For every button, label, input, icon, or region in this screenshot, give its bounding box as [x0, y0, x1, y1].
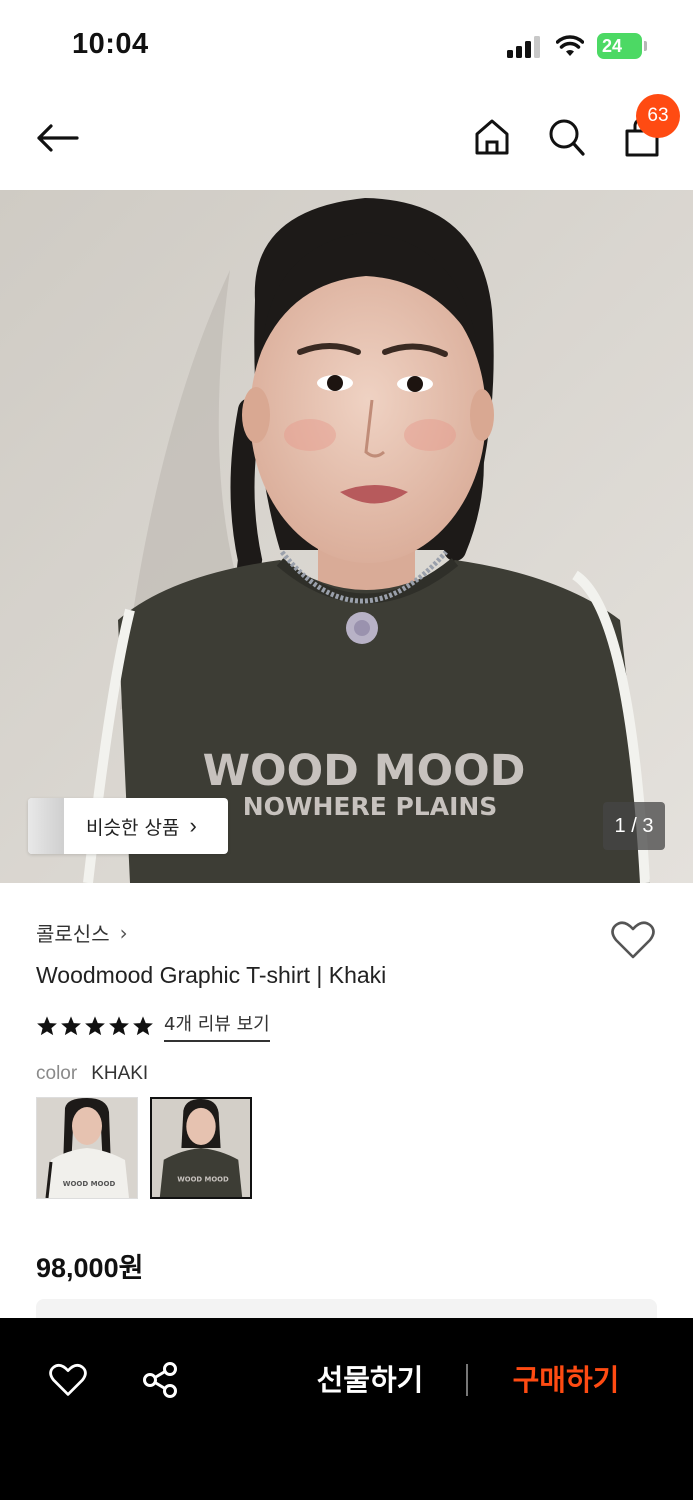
- shirt-graphic-line1: WOOD MOOD: [203, 746, 526, 796]
- status-bar: 10:04 24: [0, 0, 693, 90]
- top-nav-bar: 63: [0, 90, 693, 190]
- swatch-white-photo: WOOD MOOD: [37, 1098, 137, 1198]
- swatch-khaki-photo: WOOD MOOD: [152, 1099, 250, 1197]
- product-photo: WOOD MOOD NOWHERE PLAINS: [0, 190, 693, 883]
- chevron-right-icon: ›: [189, 813, 197, 838]
- swatch-khaki-graphic-text: WOOD MOOD: [177, 1175, 229, 1183]
- star-icon: [61, 1016, 81, 1036]
- action-divider: [466, 1364, 468, 1396]
- rating-row: 4개 리뷰 보기: [36, 1010, 270, 1042]
- arrow-left-icon: [37, 124, 79, 152]
- share-button[interactable]: [138, 1358, 182, 1402]
- brand-name: 콜로신스: [36, 922, 110, 946]
- battery-level: 24: [597, 33, 642, 59]
- product-name: Woodmood Graphic T-shirt | Khaki: [36, 962, 387, 988]
- view-reviews-link[interactable]: 4개 리뷰 보기: [164, 1010, 270, 1042]
- bottom-wishlist-button[interactable]: [46, 1358, 90, 1402]
- shirt-graphic-line2: NOWHERE PLAINS: [243, 792, 498, 821]
- wishlist-button[interactable]: [609, 918, 657, 962]
- star-icon: [109, 1016, 129, 1036]
- gift-button[interactable]: 선물하기: [300, 1358, 440, 1402]
- status-time: 10:04: [72, 28, 149, 60]
- wifi-icon: [556, 35, 584, 56]
- swatch-white-graphic-text: WOOD MOOD: [63, 1180, 116, 1188]
- buy-button[interactable]: 구매하기: [496, 1358, 636, 1402]
- color-swatch-white[interactable]: WOOD MOOD: [36, 1097, 138, 1199]
- chevron-right-icon: ›: [119, 920, 128, 945]
- home-button[interactable]: [470, 114, 514, 160]
- heart-outline-icon: [49, 1363, 87, 1396]
- similar-products-button[interactable]: 비슷한 상품 ›: [28, 798, 228, 854]
- back-button[interactable]: [30, 116, 84, 160]
- color-option-row: color KHAKI: [36, 1063, 148, 1085]
- selected-color-value: KHAKI: [91, 1063, 149, 1084]
- color-swatch-khaki[interactable]: WOOD MOOD: [150, 1097, 252, 1199]
- star-icon: [133, 1016, 153, 1036]
- star-icon: [37, 1016, 57, 1036]
- bottom-action-bar: 선물하기 구매하기: [0, 1318, 693, 1500]
- heart-outline-icon: [611, 921, 655, 959]
- battery-icon: 24: [597, 33, 647, 59]
- similar-products-label: 비슷한 상품: [86, 816, 180, 839]
- battery-cap: [644, 41, 647, 51]
- color-label: color: [36, 1063, 78, 1084]
- image-page-indicator: 1 / 3: [603, 802, 665, 850]
- cart-count-badge: 63: [636, 94, 680, 138]
- similar-products-thumbnail: [28, 798, 64, 854]
- product-price: 98,000원: [36, 1253, 144, 1283]
- search-button[interactable]: [545, 114, 589, 160]
- product-image-carousel[interactable]: WOOD MOOD NOWHERE PLAINS 비슷한 상품 › 1 / 3: [0, 190, 693, 883]
- home-icon: [475, 119, 509, 155]
- share-icon: [143, 1362, 177, 1398]
- search-icon: [549, 119, 585, 156]
- cellular-signal-icon: [507, 36, 540, 58]
- brand-link[interactable]: 콜로신스 ›: [36, 918, 128, 947]
- star-icon: [85, 1016, 105, 1036]
- rating-stars: [36, 1015, 154, 1037]
